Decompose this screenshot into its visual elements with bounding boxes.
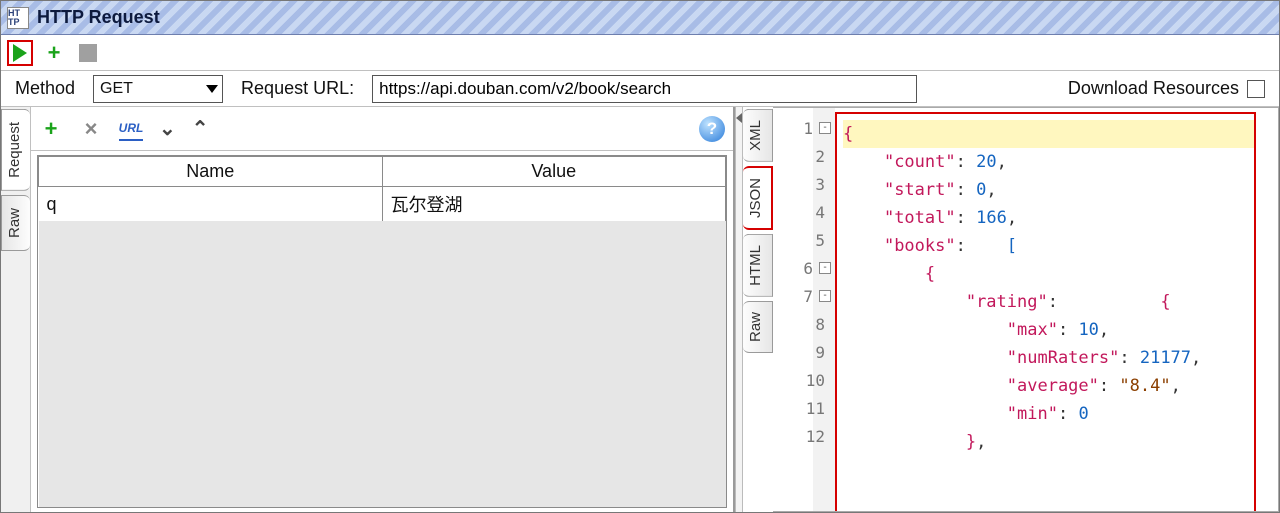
url-label: Request URL: [241, 78, 354, 99]
url-params-icon[interactable]: URL [119, 117, 143, 141]
tab-raw-response[interactable]: Raw [743, 301, 773, 353]
tab-raw-request[interactable]: Raw [1, 195, 30, 251]
tab-json[interactable]: JSON [743, 166, 773, 230]
param-name-cell[interactable]: q [39, 187, 383, 222]
collapse-left-icon [736, 113, 742, 123]
download-resources-label: Download Resources [1068, 78, 1239, 99]
delete-param-button[interactable]: × [79, 117, 103, 141]
response-side-tabs: XML JSON HTML Raw [743, 107, 773, 512]
param-value-cell[interactable]: 瓦尔登湖 [382, 187, 726, 222]
title-bar: HT TP HTTP Request [1, 1, 1279, 35]
add-param-button[interactable]: + [39, 117, 63, 141]
params-table[interactable]: Name Value q 瓦尔登湖 [37, 155, 727, 508]
column-header-name: Name [39, 157, 383, 187]
tab-xml[interactable]: XML [743, 109, 773, 162]
play-icon [13, 44, 27, 62]
run-button[interactable] [7, 40, 33, 66]
plus-icon: + [48, 42, 61, 64]
method-label: Method [15, 78, 75, 99]
chevron-down-icon [206, 85, 218, 93]
run-toolbar: + [1, 35, 1279, 71]
main-split: Request Raw + × URL ⌄ ⌃ ? Name Value [1, 107, 1279, 512]
method-select[interactable]: GET [93, 75, 223, 103]
method-value: GET [100, 80, 133, 98]
response-panel: XML JSON HTML Raw 1-23456-7-89101112 { "… [743, 107, 1279, 512]
params-toolbar: + × URL ⌄ ⌃ ? [31, 107, 733, 151]
move-up-button[interactable]: ⌃ [192, 116, 209, 141]
request-url-input[interactable] [372, 75, 917, 103]
stop-icon [79, 44, 97, 62]
column-header-value: Value [382, 157, 726, 187]
json-code-area[interactable]: { "count": 20, "start": 0, "total": 166,… [835, 112, 1256, 511]
split-handle[interactable] [735, 107, 743, 512]
json-viewer[interactable]: 1-23456-7-89101112 { "count": 20, "start… [773, 107, 1279, 512]
add-request-button[interactable]: + [41, 40, 67, 66]
request-config-row: Method GET Request URL: Download Resourc… [1, 71, 1279, 107]
line-number-gutter: 1-23456-7-89101112 [773, 108, 835, 511]
download-resources-checkbox[interactable] [1247, 80, 1265, 98]
app-icon: HT TP [7, 7, 29, 29]
move-down-button[interactable]: ⌄ [159, 116, 176, 141]
window-title: HTTP Request [37, 7, 160, 28]
tab-request[interactable]: Request [1, 109, 30, 191]
request-side-tabs: Request Raw [1, 107, 31, 512]
request-panel: + × URL ⌄ ⌃ ? Name Value q 瓦尔登湖 [31, 107, 735, 512]
tab-html[interactable]: HTML [743, 234, 773, 297]
help-icon[interactable]: ? [699, 116, 725, 142]
table-row[interactable]: q 瓦尔登湖 [39, 187, 726, 222]
stop-button[interactable] [75, 40, 101, 66]
